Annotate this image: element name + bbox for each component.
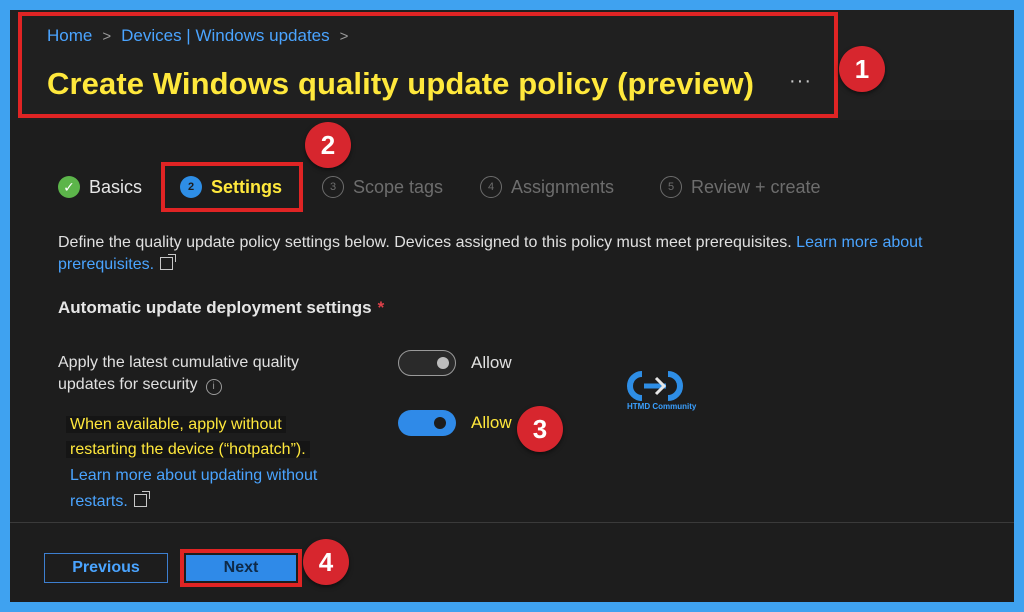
toggle-knob xyxy=(437,357,449,369)
tab-review-create[interactable]: 5 Review + create xyxy=(660,176,821,198)
tab-review-create-label: Review + create xyxy=(691,176,821,197)
prerequisites-link[interactable]: prerequisites. xyxy=(58,256,154,273)
previous-button[interactable]: Previous xyxy=(44,553,168,583)
external-link-icon xyxy=(160,254,177,270)
check-icon: ✓ xyxy=(58,176,80,198)
hotpatch-learn-more-link[interactable]: Learn more about updating without restar… xyxy=(70,463,390,515)
hotpatch-link-line2: restarts. xyxy=(70,493,128,510)
annotation-box-next xyxy=(180,549,302,587)
section-title: Automatic update deployment settings * xyxy=(58,298,384,318)
toggle-knob xyxy=(434,417,446,429)
watermark-text: HTMD Community xyxy=(627,402,697,411)
required-marker: * xyxy=(377,298,385,317)
divider xyxy=(10,522,1014,523)
callout-3: 3 xyxy=(517,406,563,452)
tab-assignments-label: Assignments xyxy=(511,176,615,197)
security-updates-label-line2: updates for security xyxy=(58,376,198,393)
tab-scope-tags-label: Scope tags xyxy=(353,176,444,197)
hotpatch-link-line1: Learn more about updating without xyxy=(70,467,318,484)
step-number-icon: 5 xyxy=(660,176,682,198)
callout-1: 1 xyxy=(839,46,885,92)
learn-more-link[interactable]: Learn more about xyxy=(796,234,922,251)
tab-scope-tags[interactable]: 3 Scope tags xyxy=(322,176,443,198)
hotpatch-label-line1: When available, apply without xyxy=(66,416,286,433)
callout-4: 4 xyxy=(303,539,349,585)
security-updates-toggle-label: Allow xyxy=(471,353,512,372)
description: Define the quality update policy setting… xyxy=(58,232,1014,276)
step-number-icon: 3 xyxy=(322,176,344,198)
section-title-text: Automatic update deployment settings xyxy=(58,298,372,317)
wizard-frame: Home > Devices | Windows updates > Creat… xyxy=(10,10,1014,602)
hotpatch-toggle-label: Allow xyxy=(471,413,512,432)
external-link-icon xyxy=(133,491,150,507)
tab-basics[interactable]: ✓ Basics xyxy=(58,176,142,198)
hotpatch-toggle[interactable] xyxy=(398,410,456,436)
annotation-box-title xyxy=(18,12,838,118)
hotpatch-label: When available, apply without restarting… xyxy=(66,412,366,462)
callout-2: 2 xyxy=(305,122,351,168)
security-updates-toggle[interactable] xyxy=(398,350,456,376)
description-text: Define the quality update policy setting… xyxy=(58,234,797,251)
tab-basics-label: Basics xyxy=(89,176,143,197)
security-updates-label: Apply the latest cumulative quality upda… xyxy=(58,352,358,396)
hotpatch-label-line2: restarting the device (“hotpatch”). xyxy=(66,441,310,458)
security-updates-label-line1: Apply the latest cumulative quality xyxy=(58,354,300,371)
step-number-icon: 4 xyxy=(480,176,502,198)
annotation-box-settings xyxy=(161,162,303,212)
tab-assignments[interactable]: 4 Assignments xyxy=(480,176,614,198)
info-icon[interactable]: i xyxy=(205,379,222,395)
